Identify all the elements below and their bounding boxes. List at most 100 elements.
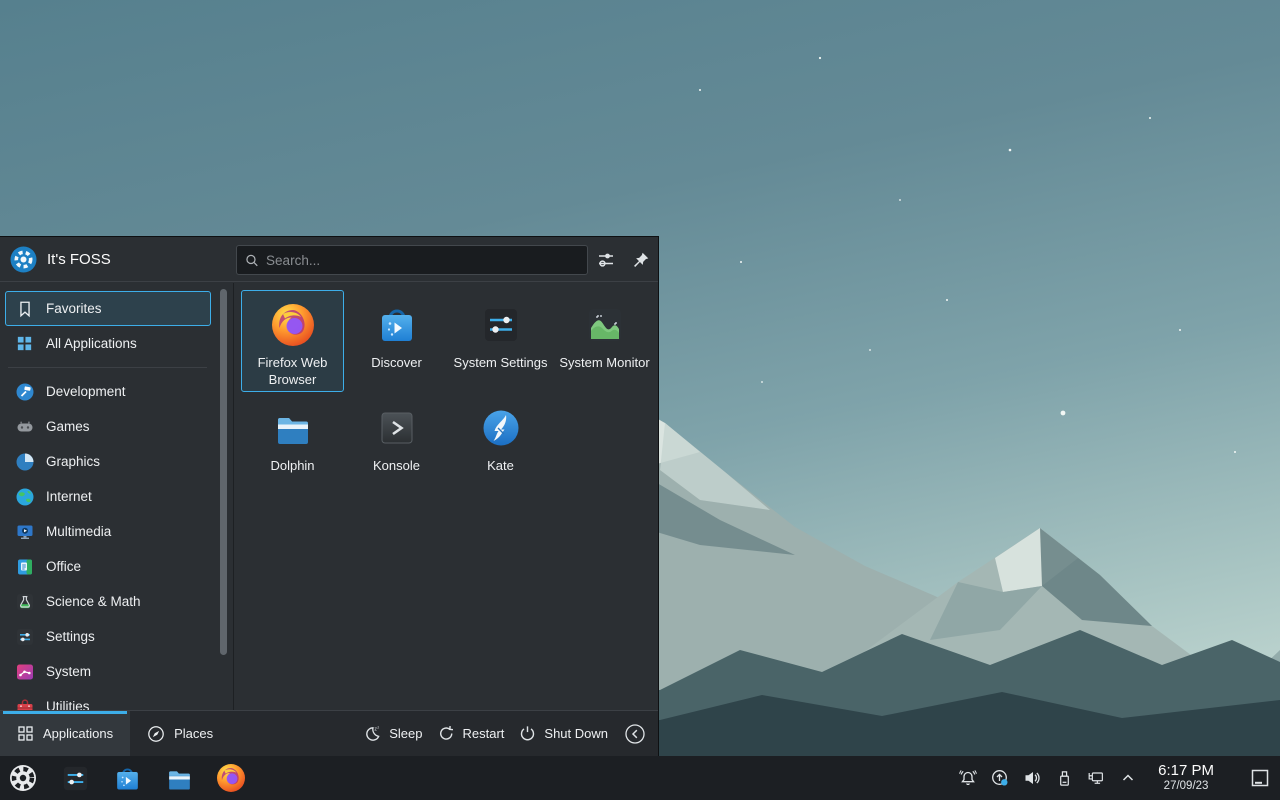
dolphin-icon (269, 404, 317, 452)
clock-time: 6:17 PM (1158, 763, 1214, 780)
sidebar-item-label: Science & Math (46, 594, 141, 609)
sidebar-item-science-math[interactable]: Science & Math (5, 584, 211, 619)
compass-icon (147, 725, 165, 743)
peek-desktop-button[interactable] (1246, 760, 1274, 796)
sidebar-item-system[interactable]: System (5, 654, 211, 689)
session-actions: z z Sleep Restart (363, 711, 658, 756)
apps-grid-icon (14, 333, 35, 354)
app-tile-system-monitor[interactable]: System Monitor (553, 290, 656, 392)
removable-device-tray-button[interactable] (1054, 768, 1074, 788)
taskbar: 6:17 PM 27/09/23 (0, 756, 1280, 800)
sidebar-scrollbar[interactable] (220, 289, 227, 655)
app-label: Kate (485, 458, 516, 475)
internet-icon (14, 486, 35, 507)
show-desktop-icon (1248, 766, 1272, 790)
sidebar-separator (8, 367, 207, 368)
tab-places[interactable]: Places (130, 711, 230, 756)
discover-icon (373, 301, 421, 349)
multimedia-icon (14, 521, 35, 542)
configure-button[interactable] (595, 249, 617, 271)
system-settings-icon (477, 301, 525, 349)
pin-button[interactable] (629, 249, 651, 271)
updates-tray-button[interactable] (990, 768, 1010, 788)
app-label: System Settings (452, 355, 550, 372)
sidebar-item-internet[interactable]: Internet (5, 479, 211, 514)
app-label: System Monitor (557, 355, 651, 372)
launcher-body: Favorites All Applications (0, 283, 658, 710)
search-box[interactable] (236, 245, 588, 275)
app-label: Firefox Web Browser (242, 355, 343, 389)
restart-icon (437, 724, 456, 743)
sidebar-item-label: System (46, 664, 91, 679)
kde-launcher-icon (7, 762, 39, 794)
shutdown-button[interactable]: Shut Down (518, 724, 608, 743)
sidebar-item-label: Favorites (46, 301, 102, 316)
firefox-task-button[interactable] (214, 760, 248, 796)
sidebar-item-graphics[interactable]: Graphics (5, 444, 211, 479)
graphics-icon (14, 451, 35, 472)
system-settings-task-button[interactable] (58, 760, 92, 796)
dolphin-task-button[interactable] (162, 760, 196, 796)
sidebar-item-label: Games (46, 419, 90, 434)
volume-tray-button[interactable] (1022, 768, 1042, 788)
sidebar-item-label: Multimedia (46, 524, 111, 539)
app-tile-kate[interactable]: Kate (449, 393, 552, 495)
chevron-up-icon (1119, 769, 1137, 787)
action-label: Restart (463, 726, 505, 741)
collapse-session-button[interactable] (622, 721, 648, 747)
clock-date: 27/09/23 (1158, 780, 1214, 793)
configure-icon (596, 250, 616, 270)
sidebar-item-label: Graphics (46, 454, 100, 469)
sidebar-item-label: Internet (46, 489, 92, 504)
sidebar-item-settings[interactable]: Settings (5, 619, 211, 654)
notifications-tray-button[interactable] (958, 768, 978, 788)
sidebar-item-label: Settings (46, 629, 95, 644)
restart-button[interactable]: Restart (437, 724, 505, 743)
tab-applications[interactable]: Applications (0, 711, 130, 756)
distro-name: It's FOSS (47, 251, 111, 268)
app-tile-firefox[interactable]: Firefox Web Browser (241, 290, 344, 392)
sidebar-item-games[interactable]: Games (5, 409, 211, 444)
launcher-header: It's FOSS (0, 237, 658, 282)
firefox-icon (269, 301, 317, 349)
sidebar-item-office[interactable]: Office (5, 549, 211, 584)
sidebar-item-label: All Applications (46, 336, 137, 351)
app-tile-konsole[interactable]: Konsole (345, 393, 448, 495)
taskbar-launchers (0, 760, 248, 796)
discover-icon (112, 763, 143, 794)
app-tile-discover[interactable]: Discover (345, 290, 448, 392)
wired-network-icon (1086, 768, 1106, 788)
update-icon (990, 768, 1010, 788)
distro-logo-icon (10, 246, 37, 273)
launcher-sidebar: Favorites All Applications (0, 283, 234, 710)
system-icon (14, 661, 35, 682)
application-launcher-menu: It's FOSS (0, 236, 659, 756)
digital-clock[interactable]: 6:17 PM 27/09/23 (1158, 763, 1214, 793)
desktop: It's FOSS (0, 0, 1280, 800)
development-icon (14, 381, 35, 402)
speaker-icon (1022, 768, 1042, 788)
bell-icon (958, 768, 978, 788)
system-tray: 6:17 PM 27/09/23 (958, 760, 1280, 796)
app-tile-dolphin[interactable]: Dolphin (241, 393, 344, 495)
network-tray-button[interactable] (1086, 768, 1106, 788)
chevron-left-icon (624, 723, 646, 745)
sleep-button[interactable]: z z Sleep (363, 724, 422, 743)
settings-icon (14, 626, 35, 647)
search-input[interactable] (266, 253, 579, 268)
sidebar-item-development[interactable]: Development (5, 374, 211, 409)
system-monitor-icon (581, 301, 629, 349)
sidebar-item-multimedia[interactable]: Multimedia (5, 514, 211, 549)
system-settings-icon (60, 763, 91, 794)
expand-tray-button[interactable] (1118, 768, 1138, 788)
app-tile-system-settings[interactable]: System Settings (449, 290, 552, 392)
tab-label: Applications (43, 726, 113, 741)
application-launcher-button[interactable] (6, 760, 40, 796)
games-icon (14, 416, 35, 437)
science-icon (14, 591, 35, 612)
sidebar-item-favorites[interactable]: Favorites (5, 291, 211, 326)
sidebar-item-all-applications[interactable]: All Applications (5, 326, 211, 361)
usb-device-icon (1055, 769, 1074, 788)
applications-grid-icon (17, 725, 34, 742)
discover-task-button[interactable] (110, 760, 144, 796)
